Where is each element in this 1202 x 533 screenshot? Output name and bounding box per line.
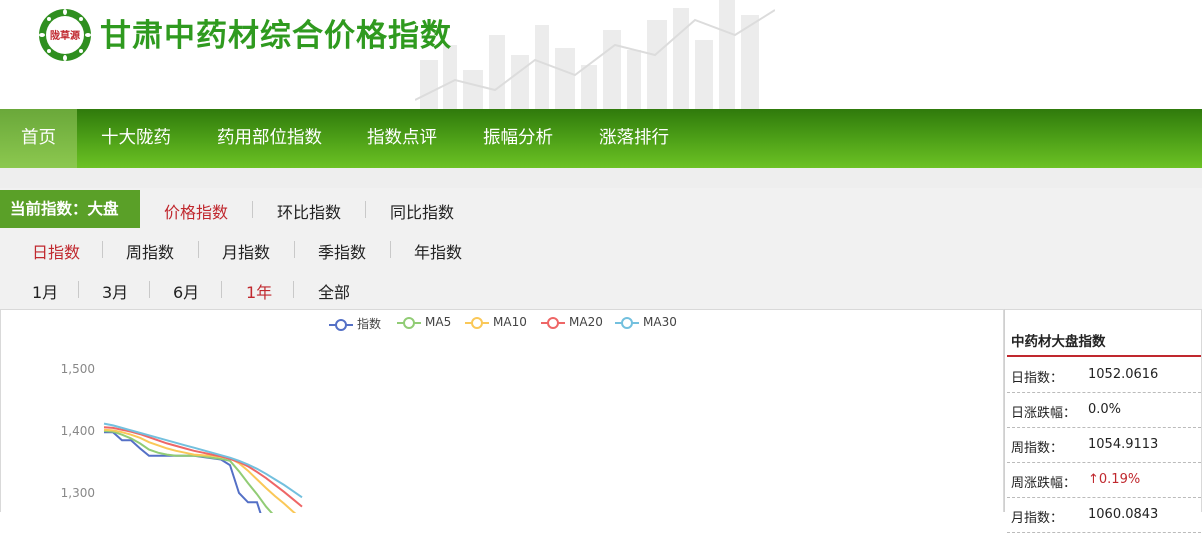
summary-row: 日涨跌幅： 0.0% [1007,393,1201,428]
logo-emblem-icon: 陇草源 [39,9,91,61]
range-1-month[interactable]: 1月 [32,279,58,303]
divider [221,281,222,298]
decorative-skyline-chart [415,0,775,109]
divider [294,241,295,258]
index-type-mom[interactable]: 环比指数 [277,199,341,223]
period-quarterly[interactable]: 季指数 [318,239,366,263]
index-chart-panel: 指数 MA5 MA10 MA20 MA30 1,500 1,400 1,300 [0,309,1004,513]
period-weekly[interactable]: 周指数 [126,239,174,263]
range-all[interactable]: 全部 [318,279,350,303]
nav-item-home[interactable]: 首页 [0,109,77,168]
summary-label: 周指数： [1011,441,1064,456]
site-logo[interactable]: 陇草源 [38,8,92,62]
divider [149,281,150,298]
nav-item-medicinal-part-index[interactable]: 药用部位指数 [217,109,322,168]
range-6-months[interactable]: 6月 [173,279,199,303]
main-nav: 首页 十大陇药 药用部位指数 指数点评 振幅分析 涨落排行 [0,109,1202,168]
divider [365,201,366,218]
market-index-summary: 中药材大盘指数 日指数： 1052.0616 日涨跌幅： 0.0% 周指数： 1… [1004,309,1202,533]
range-1-year[interactable]: 1年 [246,279,272,303]
summary-label: 日指数： [1011,371,1064,386]
nav-item-top-ten-longyao[interactable]: 十大陇药 [101,109,171,168]
nav-item-amplitude-analysis[interactable]: 振幅分析 [483,109,553,168]
range-3-months[interactable]: 3月 [102,279,128,303]
summary-title-underline [1007,355,1201,357]
summary-row: 月指数： 1060.0843 [1007,498,1201,533]
summary-value: 1060.0843 [1088,507,1159,522]
summary-row: 周指数： 1054.9113 [1007,428,1201,463]
summary-value: ↑0.19% [1088,472,1141,487]
summary-row: 周涨跌幅： ↑0.19% [1007,463,1201,498]
period-daily[interactable]: 日指数 [32,239,80,263]
divider [252,201,253,218]
summary-title: 中药材大盘指数 [1011,334,1106,350]
divider [198,241,199,258]
divider [78,281,79,298]
summary-value: 1054.9113 [1088,437,1159,452]
series-line[interactable] [104,431,302,513]
summary-label: 日涨跌幅： [1011,406,1077,421]
period-monthly[interactable]: 月指数 [222,239,270,263]
nav-item-change-ranking[interactable]: 涨落排行 [599,109,669,168]
index-type-price[interactable]: 价格指数 [164,199,228,223]
divider [390,241,391,258]
divider [293,281,294,298]
summary-row: 日指数： 1052.0616 [1007,358,1201,393]
index-line-chart[interactable] [1,310,1003,513]
svg-text:陇草源: 陇草源 [50,29,80,42]
site-title: 甘肃中药材综合价格指数 [100,18,452,54]
index-type-yoy[interactable]: 同比指数 [390,199,454,223]
summary-value: 1052.0616 [1088,367,1159,382]
summary-label: 月指数： [1011,511,1064,526]
nav-item-index-commentary[interactable]: 指数点评 [367,109,437,168]
summary-label: 周涨跌幅： [1011,476,1077,491]
divider [102,241,103,258]
current-index-badge: 当前指数：大盘 [0,190,140,228]
period-yearly[interactable]: 年指数 [414,239,462,263]
site-header: 陇草源 甘肃中药材综合价格指数 [0,0,1202,109]
summary-value: 0.0% [1088,402,1122,417]
